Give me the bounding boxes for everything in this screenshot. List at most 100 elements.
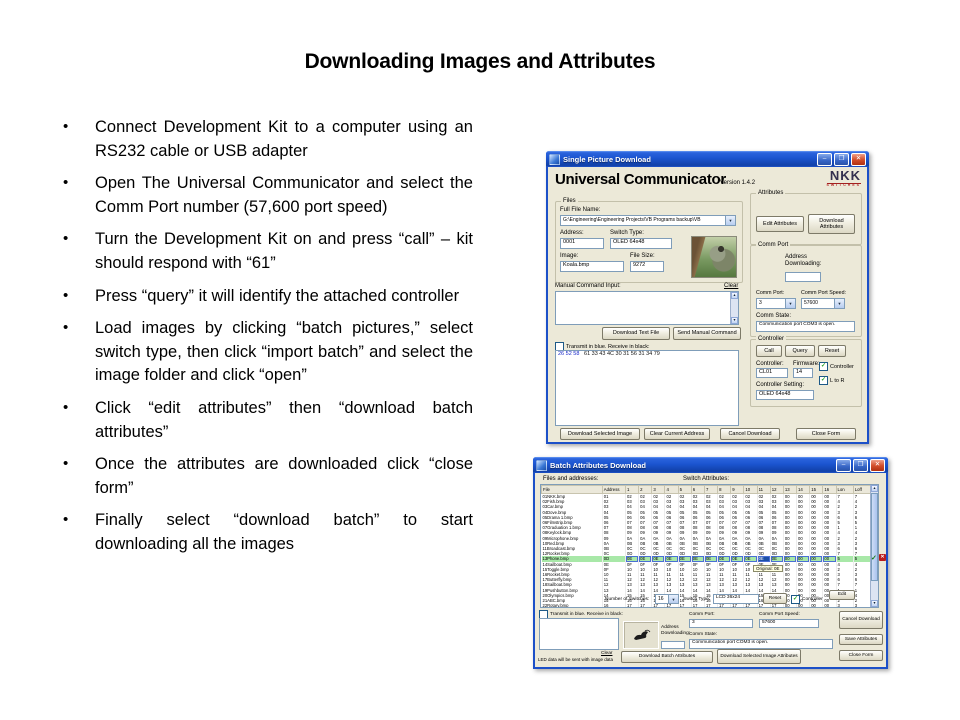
download-text-file-button[interactable]: Download Text File xyxy=(602,327,670,340)
comm-port-field[interactable]: 3 xyxy=(689,619,753,628)
checkbox-checked-icon[interactable]: ✓ xyxy=(791,595,800,604)
dropdown-arrow-icon[interactable]: ▼ xyxy=(668,595,678,603)
attributes-table[interactable]: FileAddress12345678910111213141516LonLof… xyxy=(540,484,879,608)
download-batch-attributes-button[interactable]: Download Batch Attributes xyxy=(621,651,713,663)
checkbox-checked-icon[interactable]: ✓ xyxy=(819,362,828,371)
number-of-switches-combo[interactable]: 16 ▼ xyxy=(655,594,679,604)
switch-type-field[interactable]: LCD 36x24 xyxy=(713,594,759,604)
image-field[interactable]: Koala.bmp xyxy=(560,261,624,272)
edit-attributes-button[interactable]: Edit Attributes xyxy=(756,216,804,232)
close-button[interactable]: ✕ xyxy=(851,153,866,166)
minimize-button[interactable]: – xyxy=(817,153,832,166)
edit-button[interactable]: Edit xyxy=(829,590,855,600)
reset-button[interactable]: Reset xyxy=(763,593,787,604)
close-form-button[interactable]: Close Form xyxy=(796,428,856,440)
firmware-label: Firmware: xyxy=(793,361,820,368)
comm-port-speed-label: Comm Port Speed: xyxy=(801,290,846,296)
logo-subtext: SWITCHES xyxy=(827,184,861,188)
title-bar[interactable]: Single Picture Download – ❐ ✕ xyxy=(546,151,869,167)
clear-link[interactable]: Clear xyxy=(724,283,738,290)
address-downloading-field[interactable] xyxy=(661,641,685,649)
dropdown-arrow-icon[interactable]: ▼ xyxy=(834,299,844,308)
call-button[interactable]: Call xyxy=(756,345,782,357)
address-downloading-label: Address Downloading: xyxy=(661,625,691,636)
download-attributes-button[interactable]: Download Attributes xyxy=(808,214,855,234)
address-downloading-field[interactable] xyxy=(785,272,821,282)
comm-port-combo[interactable]: 3 ▼ xyxy=(756,298,796,309)
query-button[interactable]: Query xyxy=(785,345,815,357)
controller-checkbox[interactable]: ✓ Controller xyxy=(791,595,823,604)
preview-image xyxy=(691,236,737,278)
maximize-button[interactable]: ❐ xyxy=(834,153,849,166)
clear-current-address-button[interactable]: Clear Current Address xyxy=(644,428,710,440)
column-header: 15 xyxy=(810,486,823,494)
attr-cell[interactable]: 17 xyxy=(691,603,704,608)
column-header: 12 xyxy=(770,486,783,494)
attr-cell[interactable]: 3 xyxy=(853,603,870,608)
address-field[interactable]: 0001 xyxy=(560,238,604,249)
switch-type-field[interactable]: OLED 64x48 xyxy=(610,238,672,249)
minimize-button[interactable]: – xyxy=(836,459,851,472)
save-attributes-button[interactable]: Save Attributes xyxy=(839,634,883,645)
comm-port-speed-field[interactable]: 57600 xyxy=(759,619,819,628)
nkk-switches-logo: NKK SWITCHES xyxy=(827,169,861,188)
file-cell[interactable]: 22Rotary.bmp xyxy=(542,603,603,608)
receive-log[interactable]: 26 52 58 61 33 43 4C 30 31 56 31 34 79 xyxy=(555,350,739,426)
receive-log[interactable] xyxy=(539,618,619,650)
attr-cell[interactable]: 17 xyxy=(639,603,652,608)
original-value-tooltip: Original: 0E xyxy=(753,565,783,572)
scroll-down-icon[interactable]: ▼ xyxy=(731,317,738,324)
dropdown-arrow-icon[interactable]: ▼ xyxy=(725,216,735,225)
address-label: Address: xyxy=(560,230,584,237)
full-file-name-combo[interactable]: G:\Engineering\Engineering Projects\VB P… xyxy=(560,215,736,226)
mouse-icon xyxy=(631,629,651,642)
close-form-button[interactable]: Close Form xyxy=(839,650,883,661)
number-of-switches-label: Number of Switches: xyxy=(605,597,649,603)
attr-cell[interactable]: 3 xyxy=(836,603,853,608)
row-x-icon[interactable]: ✕ xyxy=(879,554,886,561)
column-header: 14 xyxy=(797,486,810,494)
controller-checkbox[interactable]: ✓ Controller xyxy=(819,362,854,371)
file-size-field[interactable]: 9272 xyxy=(630,261,664,272)
firmware-field[interactable]: 14 xyxy=(793,368,813,378)
scrollbar[interactable]: ▲ ▼ xyxy=(870,485,878,607)
row-check-icon[interactable]: ✓ xyxy=(871,554,877,562)
close-button[interactable]: ✕ xyxy=(870,459,885,472)
manual-command-input[interactable]: ▲ ▼ xyxy=(555,291,739,325)
address-cell[interactable]: 16 xyxy=(602,603,625,608)
controller-label: Controller: xyxy=(756,361,784,368)
attr-cell[interactable]: 17 xyxy=(626,603,639,608)
controller-group: Controller Call Query Reset Controller: … xyxy=(750,339,862,407)
scrollbar-thumb[interactable] xyxy=(871,493,878,581)
scroll-down-icon[interactable]: ▼ xyxy=(871,600,878,607)
cancel-download-button[interactable]: Cancel Download xyxy=(720,428,780,440)
attr-cell[interactable]: 17 xyxy=(678,603,691,608)
controller-field[interactable]: CL01 xyxy=(756,368,788,378)
download-selected-image-attributes-button[interactable]: Download Selected Image Attributes xyxy=(717,649,801,664)
group-label: Controller xyxy=(756,336,786,343)
comm-port-speed-combo[interactable]: 57600 ▼ xyxy=(801,298,845,309)
cancel-download-button[interactable]: Cancel Download xyxy=(839,611,883,629)
title-bar[interactable]: Batch Attributes Download – ❐ ✕ xyxy=(533,457,888,473)
comm-port-label: Comm Port: xyxy=(689,612,715,618)
dropdown-arrow-icon[interactable]: ▼ xyxy=(785,299,795,308)
checkbox-checked-icon[interactable]: ✓ xyxy=(819,376,828,385)
comm-port-group: Comm Port Address Downloading: Comm Port… xyxy=(750,245,862,337)
scrollbar[interactable]: ▲ ▼ xyxy=(730,292,738,324)
window-title: Batch Attributes Download xyxy=(550,461,834,470)
app-icon xyxy=(536,460,547,471)
comm-state-field: Communication port COM3 is open. xyxy=(689,639,833,649)
send-manual-command-button[interactable]: Send Manual Command xyxy=(673,327,741,340)
reset-button[interactable]: Reset xyxy=(818,345,846,357)
clear-link[interactable]: Clear xyxy=(601,651,612,657)
scroll-up-icon[interactable]: ▲ xyxy=(871,485,878,492)
scroll-up-icon[interactable]: ▲ xyxy=(731,292,738,299)
download-selected-image-button[interactable]: Download Selected Image xyxy=(560,428,640,440)
maximize-button[interactable]: ❐ xyxy=(853,459,868,472)
receive-text: 61 33 43 4C 30 31 56 31 34 79 xyxy=(584,351,660,357)
l-to-r-checkbox[interactable]: ✓ L to R xyxy=(819,376,844,385)
switch-type-label: Switch Type: xyxy=(610,230,644,237)
column-header: 4 xyxy=(665,486,678,494)
attr-cell[interactable]: 00 xyxy=(823,603,836,608)
column-header: Address xyxy=(602,486,625,494)
